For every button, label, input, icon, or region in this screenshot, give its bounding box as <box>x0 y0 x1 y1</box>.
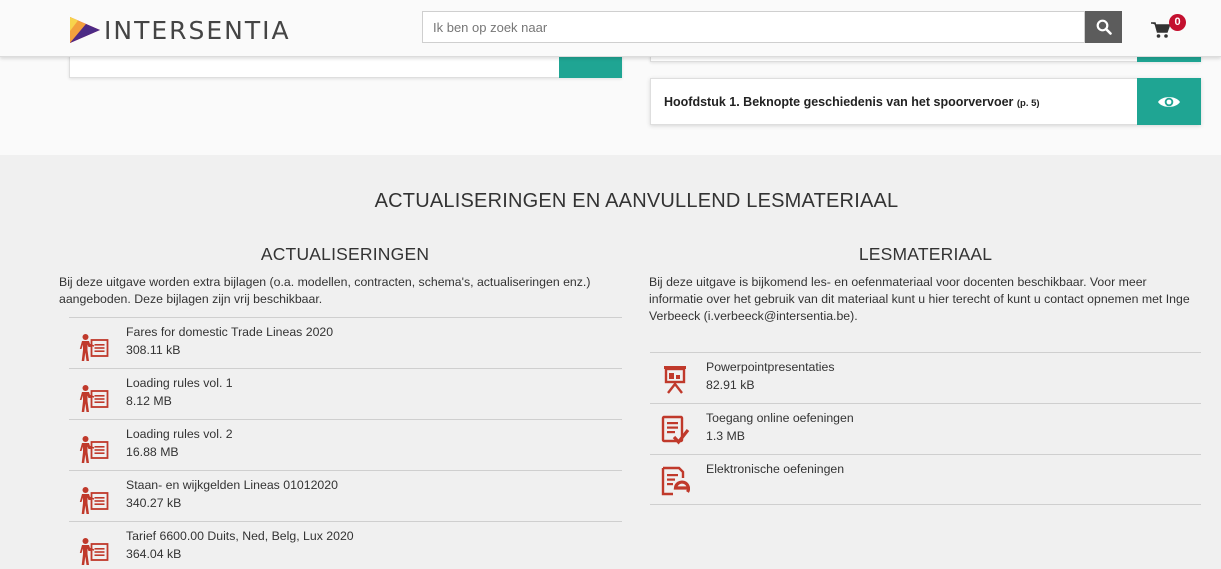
item-size: 340.27 kB <box>126 496 182 510</box>
list-item[interactable]: Loading rules vol. 2 16.88 MB <box>69 419 622 470</box>
presenter-icon <box>79 486 109 516</box>
list-item[interactable]: Elektronische oefeningen <box>650 454 1201 505</box>
chapter-page: (p. 5) <box>1016 98 1040 109</box>
item-size: 82.91 kB <box>706 378 755 392</box>
cart-button[interactable]: 0 <box>1150 14 1190 44</box>
lesmateriaal-title: LESMATERIAAL <box>858 244 993 264</box>
chapter-title: Hoofdstuk 1. Beknopte geschiedenis van h… <box>664 95 1040 109</box>
search-button[interactable] <box>1085 11 1122 43</box>
brand-name: INTERSENTIA <box>104 15 291 45</box>
logo-mark-icon <box>70 17 100 43</box>
cart-count-badge: 0 <box>1169 14 1186 31</box>
actualiseringen-list: Fares for domestic Trade Lineas 2020 308… <box>69 317 622 569</box>
list-item[interactable]: Toegang online oefeningen 1.3 MB <box>650 403 1201 454</box>
actualiseringen-description: Bij deze uitgave worden extra bijlagen (… <box>59 275 591 306</box>
site-header: INTERSENTIA 0 <box>0 0 1221 57</box>
view-chapter-button[interactable] <box>1137 78 1201 125</box>
lesmateriaal-description: Bij deze uitgave is bijkomend les- en oe… <box>649 275 1190 323</box>
item-name: Staan- en wijkgelden Lineas 01012020 <box>126 478 338 492</box>
presenter-icon <box>79 384 109 414</box>
item-name: Loading rules vol. 2 <box>126 427 233 441</box>
search-icon <box>1096 19 1112 35</box>
item-size: 1.3 MB <box>706 429 745 443</box>
search-input[interactable] <box>422 11 1085 43</box>
eye-icon <box>1158 96 1180 107</box>
item-size: 308.11 kB <box>126 343 181 357</box>
item-name: Fares for domestic Trade Lineas 2020 <box>126 325 334 339</box>
e-document-icon <box>660 466 690 496</box>
list-item[interactable]: Loading rules vol. 1 8.12 MB <box>69 368 622 419</box>
brand-logo[interactable]: INTERSENTIA <box>68 15 291 45</box>
item-size: 16.88 MB <box>126 445 179 459</box>
checklist-icon <box>660 415 690 445</box>
projector-icon <box>660 364 690 394</box>
list-item[interactable]: Staan- en wijkgelden Lineas 01012020 340… <box>69 470 622 521</box>
item-name: Powerpointpresentaties <box>706 360 835 374</box>
chapter-title-text: Hoofdstuk 1. Beknopte geschiedenis van h… <box>664 95 1014 109</box>
list-item[interactable]: Powerpointpresentaties 82.91 kB <box>650 352 1201 403</box>
presenter-icon <box>79 537 109 567</box>
list-item[interactable]: Fares for domestic Trade Lineas 2020 308… <box>69 317 622 368</box>
search-bar <box>422 11 1122 43</box>
item-name: Toegang online oefeningen <box>706 411 854 425</box>
item-name: Elektronische oefeningen <box>706 462 845 476</box>
chapter-card: Hoofdstuk 1. Beknopte geschiedenis van h… <box>650 78 1201 125</box>
actualiseringen-title: ACTUALISERINGEN <box>260 244 430 264</box>
list-item[interactable]: Tarief 6600.00 Duits, Ned, Belg, Lux 202… <box>69 521 622 569</box>
presenter-icon <box>79 435 109 465</box>
presenter-icon <box>79 333 109 363</box>
section-title: ACTUALISERINGEN EN AANVULLEND LESMATERIA… <box>374 190 899 212</box>
item-size: 8.12 MB <box>126 394 172 408</box>
lesmateriaal-list: Powerpointpresentaties 82.91 kB Toegang … <box>650 352 1201 505</box>
item-name: Loading rules vol. 1 <box>126 376 233 390</box>
item-size: 364.04 kB <box>126 547 182 561</box>
item-name: Tarief 6600.00 Duits, Ned, Belg, Lux 202… <box>126 529 354 543</box>
